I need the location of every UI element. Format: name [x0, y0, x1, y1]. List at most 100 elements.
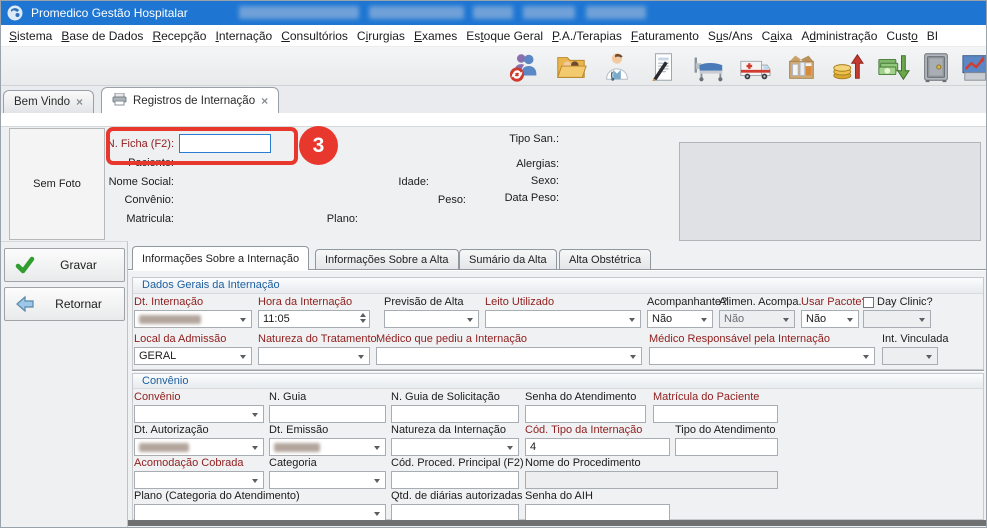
- field-previsao-alta: Previsão de Alta: [384, 296, 479, 328]
- field-dt-autorizacao: Dt. Autorização: [134, 424, 264, 456]
- printer-icon: [112, 93, 127, 109]
- menu-administracao[interactable]: Administração: [801, 29, 877, 43]
- acompanhante-combo[interactable]: Não: [647, 310, 713, 328]
- field-day-clinic: Day Clinic?: [863, 296, 931, 328]
- menu-pa-terapias[interactable]: P.A./Terapias: [552, 29, 622, 43]
- usar-pacote-combo[interactable]: Não: [801, 310, 859, 328]
- n-guia-solicitacao-input[interactable]: [391, 405, 519, 423]
- matricula-paciente-input[interactable]: [653, 405, 778, 423]
- redacted-title-text: [473, 6, 513, 19]
- int-vinculada-combo[interactable]: [882, 347, 938, 365]
- menu-caixa[interactable]: Caixa: [762, 29, 793, 43]
- n-guia-input[interactable]: [269, 405, 386, 423]
- day-clinic-checkbox[interactable]: [863, 297, 874, 308]
- cod-tipo-internacao-input[interactable]: [525, 438, 670, 456]
- redacted-title-text: [369, 6, 464, 19]
- menu-base-de-dados[interactable]: Base de Dados: [61, 29, 143, 43]
- menu-consultorios[interactable]: Consultórios: [281, 29, 348, 43]
- day-clinic-combo[interactable]: [863, 310, 931, 328]
- market-bi-icon[interactable]: [959, 50, 987, 84]
- redacted-date: [139, 315, 201, 324]
- hora-internacao-spinner[interactable]: 11:05: [258, 310, 370, 328]
- menu-recepcao[interactable]: Recepção: [152, 29, 206, 43]
- cod-proced-principal-input[interactable]: [391, 471, 519, 489]
- menu-internacao[interactable]: Internação: [215, 29, 272, 43]
- expenses-down-icon[interactable]: [874, 50, 912, 84]
- tab-bem-vindo[interactable]: Bem Vindo ×: [3, 90, 94, 113]
- pharmacy-stock-icon[interactable]: [782, 50, 820, 84]
- menu-cirurgias[interactable]: Cirurgias: [357, 29, 405, 43]
- nome-social-label: Nome Social:: [41, 176, 174, 188]
- acomodacao-cobrada-combo[interactable]: [134, 471, 264, 489]
- arrow-left-icon: [15, 294, 35, 314]
- dt-autorizacao-combo[interactable]: [134, 438, 264, 456]
- redacted-date: [139, 443, 189, 452]
- tipo-san-label: Tipo San.:: [479, 133, 559, 145]
- users-sync-icon[interactable]: [506, 50, 544, 84]
- n-ficha-input[interactable]: [179, 134, 271, 153]
- ambulance-icon[interactable]: [736, 50, 774, 84]
- hospital-bed-icon[interactable]: [690, 50, 728, 84]
- close-icon[interactable]: ×: [76, 96, 83, 108]
- previsao-alta-combo[interactable]: [384, 310, 479, 328]
- field-plano-categoria: Plano (Categoria do Atendimento): [134, 490, 386, 522]
- natureza-tratamento-combo[interactable]: [258, 347, 370, 365]
- field-senha-aih: Senha do AIH: [525, 490, 670, 522]
- contract-icon[interactable]: [644, 50, 682, 84]
- field-tipo-atendimento: Tipo do Atendimento: [675, 424, 778, 456]
- categoria-combo[interactable]: [269, 471, 386, 489]
- patient-records-icon[interactable]: [552, 50, 590, 84]
- document-tab-strip: Bem Vindo × Registros de Internação ×: [1, 86, 987, 113]
- local-admissao-combo[interactable]: GERAL: [134, 347, 252, 365]
- field-natureza-internacao: Natureza da Internação: [391, 424, 519, 456]
- field-acomodacao-cobrada: Acomodação Cobrada: [134, 457, 264, 489]
- tipo-atendimento-input[interactable]: [675, 438, 778, 456]
- tab-sumario-alta[interactable]: Sumário da Alta: [459, 249, 557, 270]
- menu-estoque-geral[interactable]: Estoque Geral: [466, 29, 543, 43]
- retornar-button[interactable]: Retornar: [4, 287, 125, 321]
- field-qtd-diarias: Qtd. de diárias autorizadas: [391, 490, 519, 522]
- dt-internacao-combo[interactable]: [134, 310, 252, 328]
- menu-bi[interactable]: BI: [927, 29, 938, 43]
- menu-custo[interactable]: Custo: [886, 29, 917, 43]
- revenue-up-icon[interactable]: [828, 50, 866, 84]
- plano-label: Plano:: [300, 213, 358, 225]
- medico-pediu-combo[interactable]: [376, 347, 642, 365]
- spinner-arrows-icon[interactable]: [360, 313, 366, 323]
- alergias-label: Alergias:: [479, 158, 559, 170]
- menu-faturamento[interactable]: Faturamento: [631, 29, 699, 43]
- natureza-internacao-combo[interactable]: [391, 438, 519, 456]
- dt-emissao-combo[interactable]: [269, 438, 386, 456]
- redacted-date: [274, 443, 320, 452]
- medico-responsavel-combo[interactable]: [649, 347, 875, 365]
- tab-registros-internacao[interactable]: Registros de Internação ×: [101, 87, 279, 113]
- senha-atendimento-input[interactable]: [525, 405, 646, 423]
- field-n-guia-solicitacao: N. Guia de Solicitação: [391, 391, 519, 423]
- safe-icon[interactable]: [917, 50, 955, 84]
- menu-sus-ans[interactable]: Sus/Ans: [708, 29, 753, 43]
- tab-informacoes-internacao[interactable]: Informações Sobre a Internação: [132, 246, 309, 270]
- tab-label: Registros de Internação: [133, 95, 255, 107]
- field-acompanhante: Acompanhante? Não: [647, 296, 713, 328]
- gravar-button[interactable]: Gravar: [4, 248, 125, 282]
- doctor-icon[interactable]: [598, 50, 636, 84]
- tab-label: Bem Vindo: [14, 96, 70, 108]
- promedico-window: Promedico Gestão Hospitalar Sistema Base…: [0, 0, 987, 528]
- tab-alta-obstetrica[interactable]: Alta Obstétrica: [559, 249, 651, 270]
- field-nome-procedimento: Nome do Procedimento: [525, 457, 778, 489]
- observations-box: [679, 142, 981, 241]
- menu-exames[interactable]: Exames: [414, 29, 457, 43]
- field-hora-internacao: Hora da Internação 11:05: [258, 296, 370, 328]
- toolbar: [1, 47, 987, 86]
- field-leito-utilizado: Leito Utilizado: [485, 296, 641, 328]
- field-convenio: Convênio: [134, 391, 264, 423]
- close-icon[interactable]: ×: [261, 95, 268, 107]
- alimen-acompa-combo[interactable]: Não: [719, 310, 795, 328]
- field-int-vinculada: Int. Vinculada: [882, 333, 938, 365]
- convenio-combo[interactable]: [134, 405, 264, 423]
- menu-sistema[interactable]: Sistema: [9, 29, 52, 43]
- field-senha-atendimento: Senha do Atendimento: [525, 391, 646, 423]
- leito-utilizado-combo[interactable]: [485, 310, 641, 328]
- field-medico-pediu: Médico que pediu a Internação: [376, 333, 642, 365]
- tab-informacoes-alta[interactable]: Informações Sobre a Alta: [315, 249, 459, 270]
